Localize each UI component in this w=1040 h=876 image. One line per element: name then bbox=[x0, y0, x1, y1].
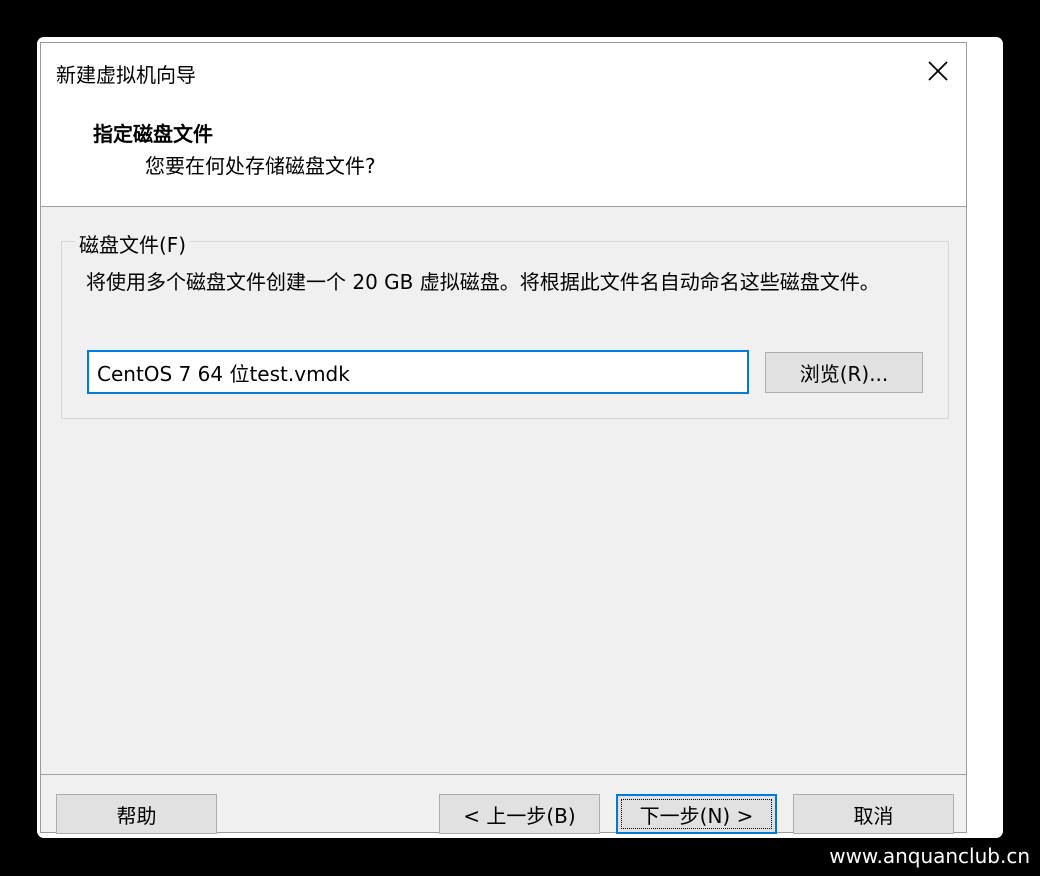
close-button[interactable] bbox=[918, 51, 958, 91]
disk-file-description: 将使用多个磁盘文件创建一个 20 GB 虚拟磁盘。将根据此文件名自动命名这些磁盘… bbox=[86, 270, 880, 294]
help-button[interactable]: 帮助 bbox=[56, 794, 217, 834]
title-bar: 新建虚拟机向导 bbox=[41, 43, 966, 101]
disk-file-group: 磁盘文件(F) 将使用多个磁盘文件创建一个 20 GB 虚拟磁盘。将根据此文件名… bbox=[61, 229, 949, 419]
page-title: 指定磁盘文件 bbox=[93, 122, 213, 146]
back-button[interactable]: < 上一步(B) bbox=[439, 794, 600, 834]
next-button[interactable]: 下一步(N) > bbox=[616, 794, 777, 834]
page-subtitle: 您要在何处存储磁盘文件? bbox=[145, 154, 376, 178]
disk-file-input[interactable] bbox=[87, 350, 749, 394]
watermark: www.anquanclub.cn bbox=[829, 844, 1030, 868]
disk-file-group-label: 磁盘文件(F) bbox=[75, 229, 191, 258]
wizard-header: 指定磁盘文件 您要在何处存储磁盘文件? bbox=[41, 101, 966, 207]
footer-divider bbox=[41, 774, 966, 775]
cancel-button[interactable]: 取消 bbox=[793, 794, 954, 834]
close-icon bbox=[928, 61, 948, 81]
browse-button[interactable]: 浏览(R)... bbox=[765, 352, 923, 393]
window-title: 新建虚拟机向导 bbox=[56, 63, 196, 87]
new-vm-wizard-dialog: 新建虚拟机向导 指定磁盘文件 您要在何处存储磁盘文件? 磁盘文件(F) 将使用多… bbox=[40, 42, 967, 834]
focus-ring bbox=[621, 799, 772, 829]
